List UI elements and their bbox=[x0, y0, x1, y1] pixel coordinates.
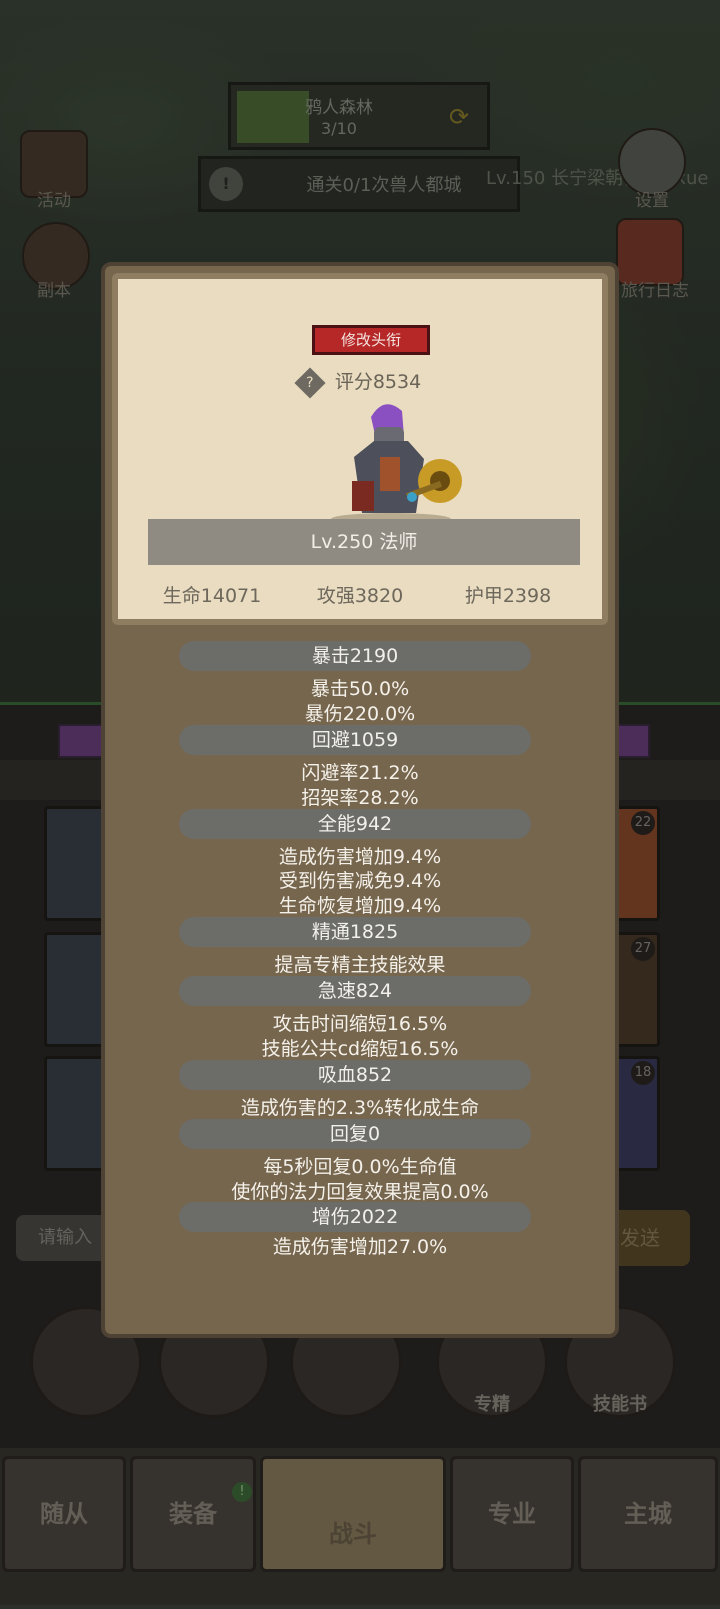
stat-header-regen: 回复0 bbox=[179, 1119, 531, 1149]
level-class-banner: Lv.250 法师 bbox=[148, 519, 580, 565]
primary-stats: 生命14071 攻强3820 护甲2398 bbox=[138, 581, 582, 608]
stat-detail: 暴击50.0% bbox=[310, 678, 410, 700]
mage-character-sprite bbox=[331, 404, 462, 525]
armor-stat: 护甲2398 bbox=[464, 585, 552, 607]
stat-detail: 造成伤害的2.3%转化成生命 bbox=[240, 1097, 480, 1119]
stat-header-damage-bonus: 增伤2022 bbox=[179, 1202, 531, 1232]
stat-detail: 造成伤害增加27.0% bbox=[272, 1236, 448, 1258]
stat-header-versatility: 全能942 bbox=[179, 809, 531, 839]
stat-detail: 受到伤害减免9.4% bbox=[278, 870, 442, 892]
stat-detail: 招架率28.2% bbox=[301, 787, 419, 809]
help-icon[interactable]: ? bbox=[294, 366, 326, 399]
stat-detail: 提高专精主技能效果 bbox=[274, 954, 446, 976]
stat-detail: 造成伤害增加9.4% bbox=[278, 846, 442, 868]
stat-detail: 每5秒回复0.0%生命值 bbox=[263, 1156, 457, 1178]
stat-detail: 技能公共cd缩短16.5% bbox=[261, 1038, 459, 1060]
score-row: ? 评分8534 bbox=[118, 366, 602, 399]
character-card: 修改头衔 ? 评分8534 Lv.250 法师 生命14071 攻强3820 护甲… bbox=[112, 273, 608, 625]
stat-header-avoidance: 回避1059 bbox=[179, 725, 531, 755]
stat-detail: 攻击时间缩短16.5% bbox=[272, 1013, 448, 1035]
hp-stat: 生命14071 bbox=[162, 585, 262, 607]
stat-header-leech: 吸血852 bbox=[179, 1060, 531, 1090]
attack-stat: 攻强3820 bbox=[316, 585, 404, 607]
stat-detail: 闪避率21.2% bbox=[301, 762, 419, 784]
stat-header-crit: 暴击2190 bbox=[179, 641, 531, 671]
edit-title-button[interactable]: 修改头衔 bbox=[312, 325, 430, 355]
stat-header-haste: 急速824 bbox=[179, 976, 531, 1006]
stat-detail: 暴伤220.0% bbox=[304, 703, 416, 725]
score-text: 评分8534 bbox=[334, 371, 422, 393]
stat-header-mastery: 精通1825 bbox=[179, 917, 531, 947]
stat-detail: 使你的法力回复效果提高0.0% bbox=[231, 1181, 489, 1203]
character-stats-modal: 修改头衔 ? 评分8534 Lv.250 法师 生命14071 攻强3820 护甲… bbox=[101, 262, 619, 1338]
stat-detail: 生命恢复增加9.4% bbox=[278, 895, 442, 917]
